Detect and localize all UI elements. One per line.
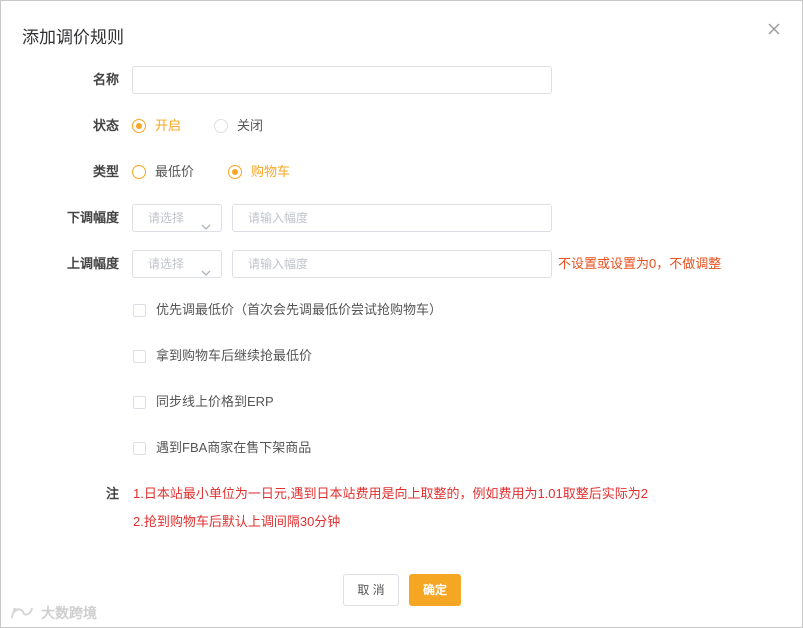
note-line-2: 2.抢到购物车后默认上调间隔30分钟 [133, 514, 341, 529]
up-range-select[interactable]: 请选择 [132, 250, 222, 278]
up-range-label: 上调幅度 [66, 256, 119, 271]
note-line-1: 1.日本站最小单位为一日元,遇到日本站费用是向上取整的，例如费用为1.01取整后… [133, 486, 648, 501]
checkbox-label: 同步线上价格到ERP [156, 394, 274, 409]
cancel-button[interactable]: 取 消 [343, 574, 399, 606]
type-option-label: 购物车 [251, 164, 291, 179]
down-range-label: 下调幅度 [66, 210, 119, 225]
up-range-input[interactable] [232, 250, 552, 278]
checkbox-prefer-lowest-price[interactable]: 优先调最低价（首次会先调最低价尝试抢购物车） [133, 300, 442, 320]
chevron-down-icon [201, 260, 211, 276]
checkbox-icon [133, 395, 146, 409]
checkbox-icon [133, 303, 146, 317]
down-range-input[interactable] [232, 204, 552, 232]
radio-unselected-icon [132, 165, 146, 179]
name-input[interactable] [132, 66, 552, 94]
type-radio-buy-box[interactable]: 购物车 [228, 162, 290, 182]
down-range-select[interactable]: 请选择 [132, 204, 222, 232]
checkbox-label: 遇到FBA商家在售下架商品 [156, 440, 312, 455]
name-label: 名称 [92, 72, 119, 87]
watermark: 大数跨境 [9, 603, 97, 623]
add-price-rule-dialog: 添加调价规则 名称 状态 开启 关闭 类型 最低价 购物车 下调幅度 请选择 上… [0, 0, 803, 628]
up-range-hint: 不设置或设置为0，不做调整 [558, 256, 722, 271]
status-radio-on[interactable]: 开启 [132, 116, 181, 136]
watermark-text: 大数跨境 [41, 605, 97, 621]
close-icon[interactable] [766, 21, 782, 37]
checkbox-label: 拿到购物车后继续抢最低价 [156, 348, 313, 363]
note-label: 注 [105, 486, 119, 501]
checkbox-sync-price-erp[interactable]: 同步线上价格到ERP [133, 392, 274, 412]
checkbox-icon [133, 441, 146, 455]
status-label: 状态 [92, 118, 119, 133]
checkbox-icon [133, 349, 146, 363]
type-option-label: 最低价 [155, 164, 195, 179]
dialog-title: 添加调价规则 [22, 28, 124, 47]
select-placeholder: 请选择 [148, 211, 185, 225]
status-option-label: 关闭 [237, 118, 264, 133]
checkbox-fba-delist[interactable]: 遇到FBA商家在售下架商品 [133, 438, 311, 458]
status-option-label: 开启 [155, 118, 182, 133]
radio-selected-icon [132, 119, 146, 133]
radio-unselected-icon [214, 119, 228, 133]
checkbox-label: 优先调最低价（首次会先调最低价尝试抢购物车） [156, 302, 443, 317]
select-placeholder: 请选择 [148, 257, 185, 271]
type-radio-lowest-price[interactable]: 最低价 [132, 162, 194, 182]
type-label: 类型 [92, 164, 119, 179]
status-radio-off[interactable]: 关闭 [214, 116, 263, 136]
confirm-button[interactable]: 确定 [409, 574, 461, 606]
checkbox-keep-lowest-after-buybox[interactable]: 拿到购物车后继续抢最低价 [133, 346, 312, 366]
watermark-logo-icon [9, 604, 35, 622]
chevron-down-icon [201, 214, 211, 230]
radio-selected-icon [228, 165, 242, 179]
